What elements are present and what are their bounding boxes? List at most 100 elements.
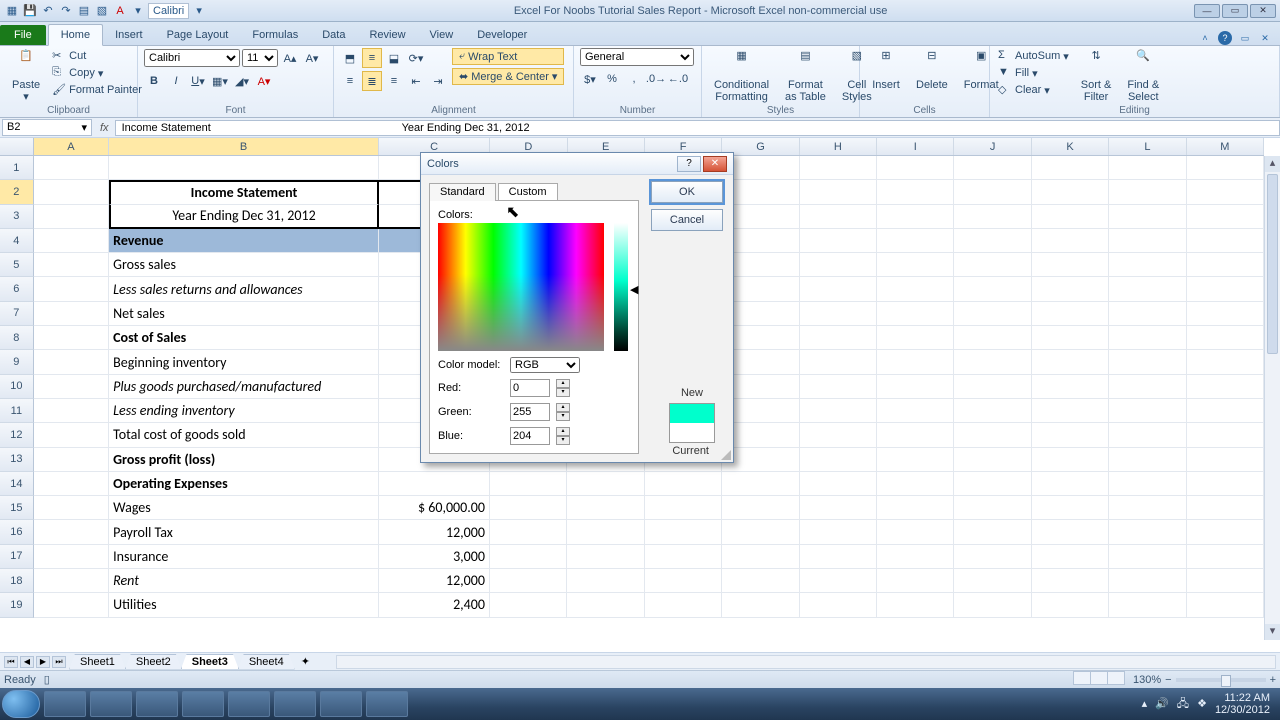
cell-K3[interactable] <box>1032 205 1109 229</box>
cell-M1[interactable] <box>1187 156 1264 180</box>
row-header[interactable]: 11 <box>0 399 34 423</box>
cell-B7[interactable]: Net sales <box>109 302 379 326</box>
cell-F16[interactable] <box>645 520 722 544</box>
cell-L9[interactable] <box>1109 350 1186 374</box>
minimize-ribbon-icon[interactable]: ˄ <box>1198 31 1212 45</box>
cell-G17[interactable] <box>722 545 799 569</box>
cell-I13[interactable] <box>877 448 954 472</box>
cell-K11[interactable] <box>1032 399 1109 423</box>
select-all-corner[interactable] <box>0 138 34 155</box>
cell-A11[interactable] <box>34 399 109 423</box>
tray-network-icon[interactable]: 🖧 <box>1177 698 1189 710</box>
cell-K14[interactable] <box>1032 472 1109 496</box>
row-header[interactable]: 13 <box>0 448 34 472</box>
cell-B8[interactable]: Cost of Sales <box>109 326 379 350</box>
taskbar-app1[interactable] <box>274 691 316 717</box>
cell-L3[interactable] <box>1109 205 1186 229</box>
cell-I4[interactable] <box>877 229 954 253</box>
cell-M18[interactable] <box>1187 569 1264 593</box>
green-spinner[interactable]: ▴▾ <box>556 403 570 421</box>
scroll-thumb[interactable] <box>1267 174 1278 354</box>
cell-M8[interactable] <box>1187 326 1264 350</box>
tab-review[interactable]: Review <box>357 25 417 45</box>
red-input[interactable] <box>510 379 550 397</box>
delete-cells-button[interactable]: ⊟Delete <box>910 48 954 93</box>
green-input[interactable] <box>510 403 550 421</box>
cell-L2[interactable] <box>1109 180 1186 204</box>
dialog-cancel-button[interactable]: Cancel <box>651 209 723 231</box>
cell-K9[interactable] <box>1032 350 1109 374</box>
qat-icon2[interactable]: ▧ <box>94 3 110 19</box>
cell-B12[interactable]: Total cost of goods sold <box>109 423 379 447</box>
cell-D19[interactable] <box>490 593 567 617</box>
tab-page-layout[interactable]: Page Layout <box>155 25 241 45</box>
cell-L11[interactable] <box>1109 399 1186 423</box>
view-buttons[interactable] <box>1074 671 1125 688</box>
taskbar-explorer[interactable] <box>90 691 132 717</box>
cell-D14[interactable] <box>490 472 567 496</box>
cell-I19[interactable] <box>877 593 954 617</box>
row-header[interactable]: 12 <box>0 423 34 447</box>
currency-icon[interactable]: $▾ <box>580 69 600 89</box>
align-top-icon[interactable]: ⬒ <box>340 48 360 68</box>
cell-J6[interactable] <box>954 277 1031 301</box>
cell-I7[interactable] <box>877 302 954 326</box>
cell-B17[interactable]: Insurance <box>109 545 379 569</box>
dialog-tab-standard[interactable]: Standard <box>429 183 496 201</box>
cell-L18[interactable] <box>1109 569 1186 593</box>
cell-A3[interactable] <box>34 205 109 229</box>
cell-A1[interactable] <box>34 156 109 180</box>
qat-dropdown-icon[interactable]: ▾ <box>130 3 146 19</box>
cell-D18[interactable] <box>490 569 567 593</box>
cell-L13[interactable] <box>1109 448 1186 472</box>
cell-I11[interactable] <box>877 399 954 423</box>
horizontal-scrollbar[interactable] <box>336 655 1276 669</box>
cell-H2[interactable] <box>800 180 877 204</box>
cell-E15[interactable] <box>567 496 644 520</box>
color-spectrum[interactable] <box>438 223 604 351</box>
indent-dec-icon[interactable]: ⇤ <box>406 71 426 91</box>
cell-J10[interactable] <box>954 375 1031 399</box>
cell-B5[interactable]: Gross sales <box>109 253 379 277</box>
start-button[interactable] <box>2 690 40 718</box>
cell-I6[interactable] <box>877 277 954 301</box>
cell-J9[interactable] <box>954 350 1031 374</box>
row-header[interactable]: 10 <box>0 375 34 399</box>
cell-K10[interactable] <box>1032 375 1109 399</box>
color-model-select[interactable]: RGB <box>510 357 580 373</box>
font-color-button[interactable]: A▾ <box>254 71 274 91</box>
col-header-A[interactable]: A <box>34 138 109 155</box>
bold-button[interactable]: B <box>144 71 164 91</box>
cell-K6[interactable] <box>1032 277 1109 301</box>
undo-icon[interactable]: ↶ <box>40 3 56 19</box>
cell-H7[interactable] <box>800 302 877 326</box>
cell-I1[interactable] <box>877 156 954 180</box>
cell-F17[interactable] <box>645 545 722 569</box>
cell-J5[interactable] <box>954 253 1031 277</box>
conditional-formatting-button[interactable]: ▦Conditional Formatting <box>708 48 775 105</box>
row-header[interactable]: 2 <box>0 180 34 204</box>
row-header[interactable]: 5 <box>0 253 34 277</box>
cell-I16[interactable] <box>877 520 954 544</box>
cell-I15[interactable] <box>877 496 954 520</box>
row-header[interactable]: 14 <box>0 472 34 496</box>
cell-B14[interactable]: Operating Expenses <box>109 472 379 496</box>
cell-A12[interactable] <box>34 423 109 447</box>
cell-J1[interactable] <box>954 156 1031 180</box>
blue-spinner[interactable]: ▴▾ <box>556 427 570 445</box>
cell-M17[interactable] <box>1187 545 1264 569</box>
cell-L4[interactable] <box>1109 229 1186 253</box>
cell-L7[interactable] <box>1109 302 1186 326</box>
cell-H8[interactable] <box>800 326 877 350</box>
align-center-icon[interactable]: ≣ <box>362 71 382 91</box>
underline-button[interactable]: U▾ <box>188 71 208 91</box>
find-select-button[interactable]: 🔍Find & Select <box>1121 48 1165 105</box>
cell-M4[interactable] <box>1187 229 1264 253</box>
new-sheet-icon[interactable]: ✦ <box>295 655 316 668</box>
grow-font-icon[interactable]: A▴ <box>280 48 300 68</box>
maximize-button[interactable]: ▭ <box>1222 4 1248 18</box>
cell-J17[interactable] <box>954 545 1031 569</box>
cell-K5[interactable] <box>1032 253 1109 277</box>
col-header-J[interactable]: J <box>954 138 1031 155</box>
cell-J13[interactable] <box>954 448 1031 472</box>
